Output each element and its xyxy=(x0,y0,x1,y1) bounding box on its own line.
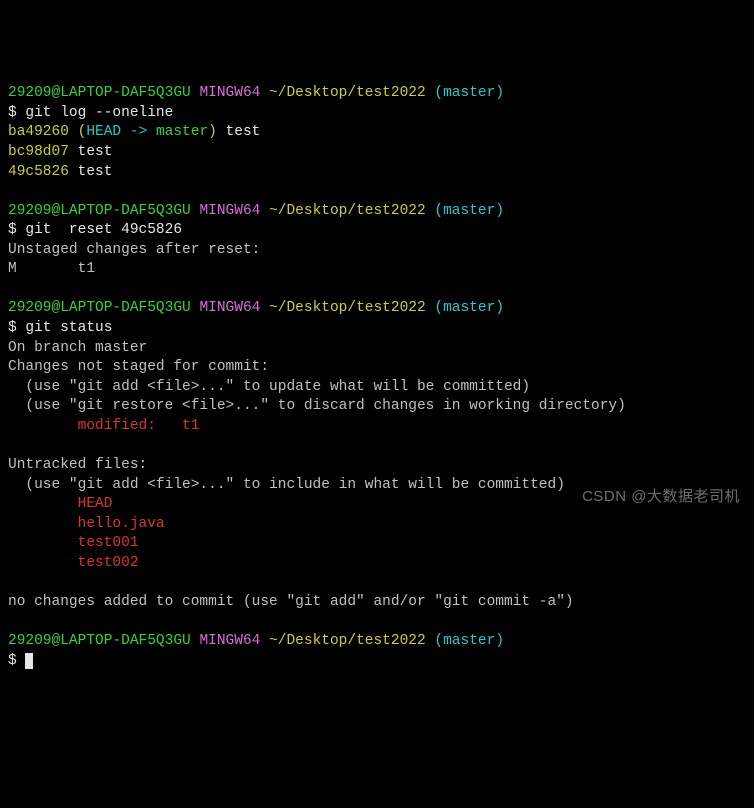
prompt-path: ~/Desktop/test2022 xyxy=(269,85,426,101)
prompt-env: MINGW64 xyxy=(199,85,260,101)
command-text: git log --oneline xyxy=(25,105,173,121)
ref-head: HEAD -> xyxy=(86,124,156,140)
prompt-user-host: 29209@LAPTOP-DAF5Q3GU xyxy=(8,85,191,101)
output-line: Unstaged changes after reset: xyxy=(8,242,260,258)
output-line: Changes not staged for commit: xyxy=(8,359,269,375)
commit-hash: 49c5826 xyxy=(8,164,69,180)
untracked-file: test002 xyxy=(8,555,139,571)
command-text: git status xyxy=(25,320,112,336)
prompt-user-host: 29209@LAPTOP-DAF5Q3GU xyxy=(8,300,191,316)
prompt-user-host: 29209@LAPTOP-DAF5Q3GU xyxy=(8,633,191,649)
output-line: (use "git restore <file>..." to discard … xyxy=(8,398,626,414)
commit-msg: test xyxy=(69,144,113,160)
output-line: (use "git add <file>..." to include in w… xyxy=(8,477,565,493)
commit-msg: test xyxy=(217,124,261,140)
prompt-env: MINGW64 xyxy=(199,633,260,649)
prompt-symbol: $ xyxy=(8,222,17,238)
ref-master: master xyxy=(156,124,208,140)
prompt-symbol: $ xyxy=(8,105,17,121)
commit-msg: test xyxy=(69,164,113,180)
prompt-branch: (master) xyxy=(434,203,504,219)
commit-hash: ba49260 xyxy=(8,124,69,140)
output-line: M t1 xyxy=(8,261,95,277)
commit-hash: bc98d07 xyxy=(8,144,69,160)
ref-open: ( xyxy=(69,124,86,140)
command-text: git reset 49c5826 xyxy=(25,222,182,238)
prompt-user-host: 29209@LAPTOP-DAF5Q3GU xyxy=(8,203,191,219)
prompt-env: MINGW64 xyxy=(199,203,260,219)
prompt-branch: (master) xyxy=(434,300,504,316)
watermark: CSDN @大数据老司机 xyxy=(582,487,740,507)
cursor[interactable] xyxy=(25,653,33,669)
terminal-output[interactable]: 29209@LAPTOP-DAF5Q3GU MINGW64 ~/Desktop/… xyxy=(8,84,746,671)
prompt-path: ~/Desktop/test2022 xyxy=(269,203,426,219)
prompt-path: ~/Desktop/test2022 xyxy=(269,633,426,649)
output-line: no changes added to commit (use "git add… xyxy=(8,594,574,610)
prompt-env: MINGW64 xyxy=(199,300,260,316)
output-line: On branch master xyxy=(8,340,147,356)
output-line: (use "git add <file>..." to update what … xyxy=(8,379,530,395)
prompt-branch: (master) xyxy=(434,85,504,101)
ref-close: ) xyxy=(208,124,217,140)
untracked-file: test001 xyxy=(8,535,139,551)
untracked-file: HEAD xyxy=(8,496,112,512)
prompt-symbol: $ xyxy=(8,653,17,669)
prompt-path: ~/Desktop/test2022 xyxy=(269,300,426,316)
untracked-file: hello.java xyxy=(8,516,165,532)
output-line: Untracked files: xyxy=(8,457,147,473)
prompt-symbol: $ xyxy=(8,320,17,336)
modified-file: modified: t1 xyxy=(8,418,199,434)
prompt-branch: (master) xyxy=(434,633,504,649)
